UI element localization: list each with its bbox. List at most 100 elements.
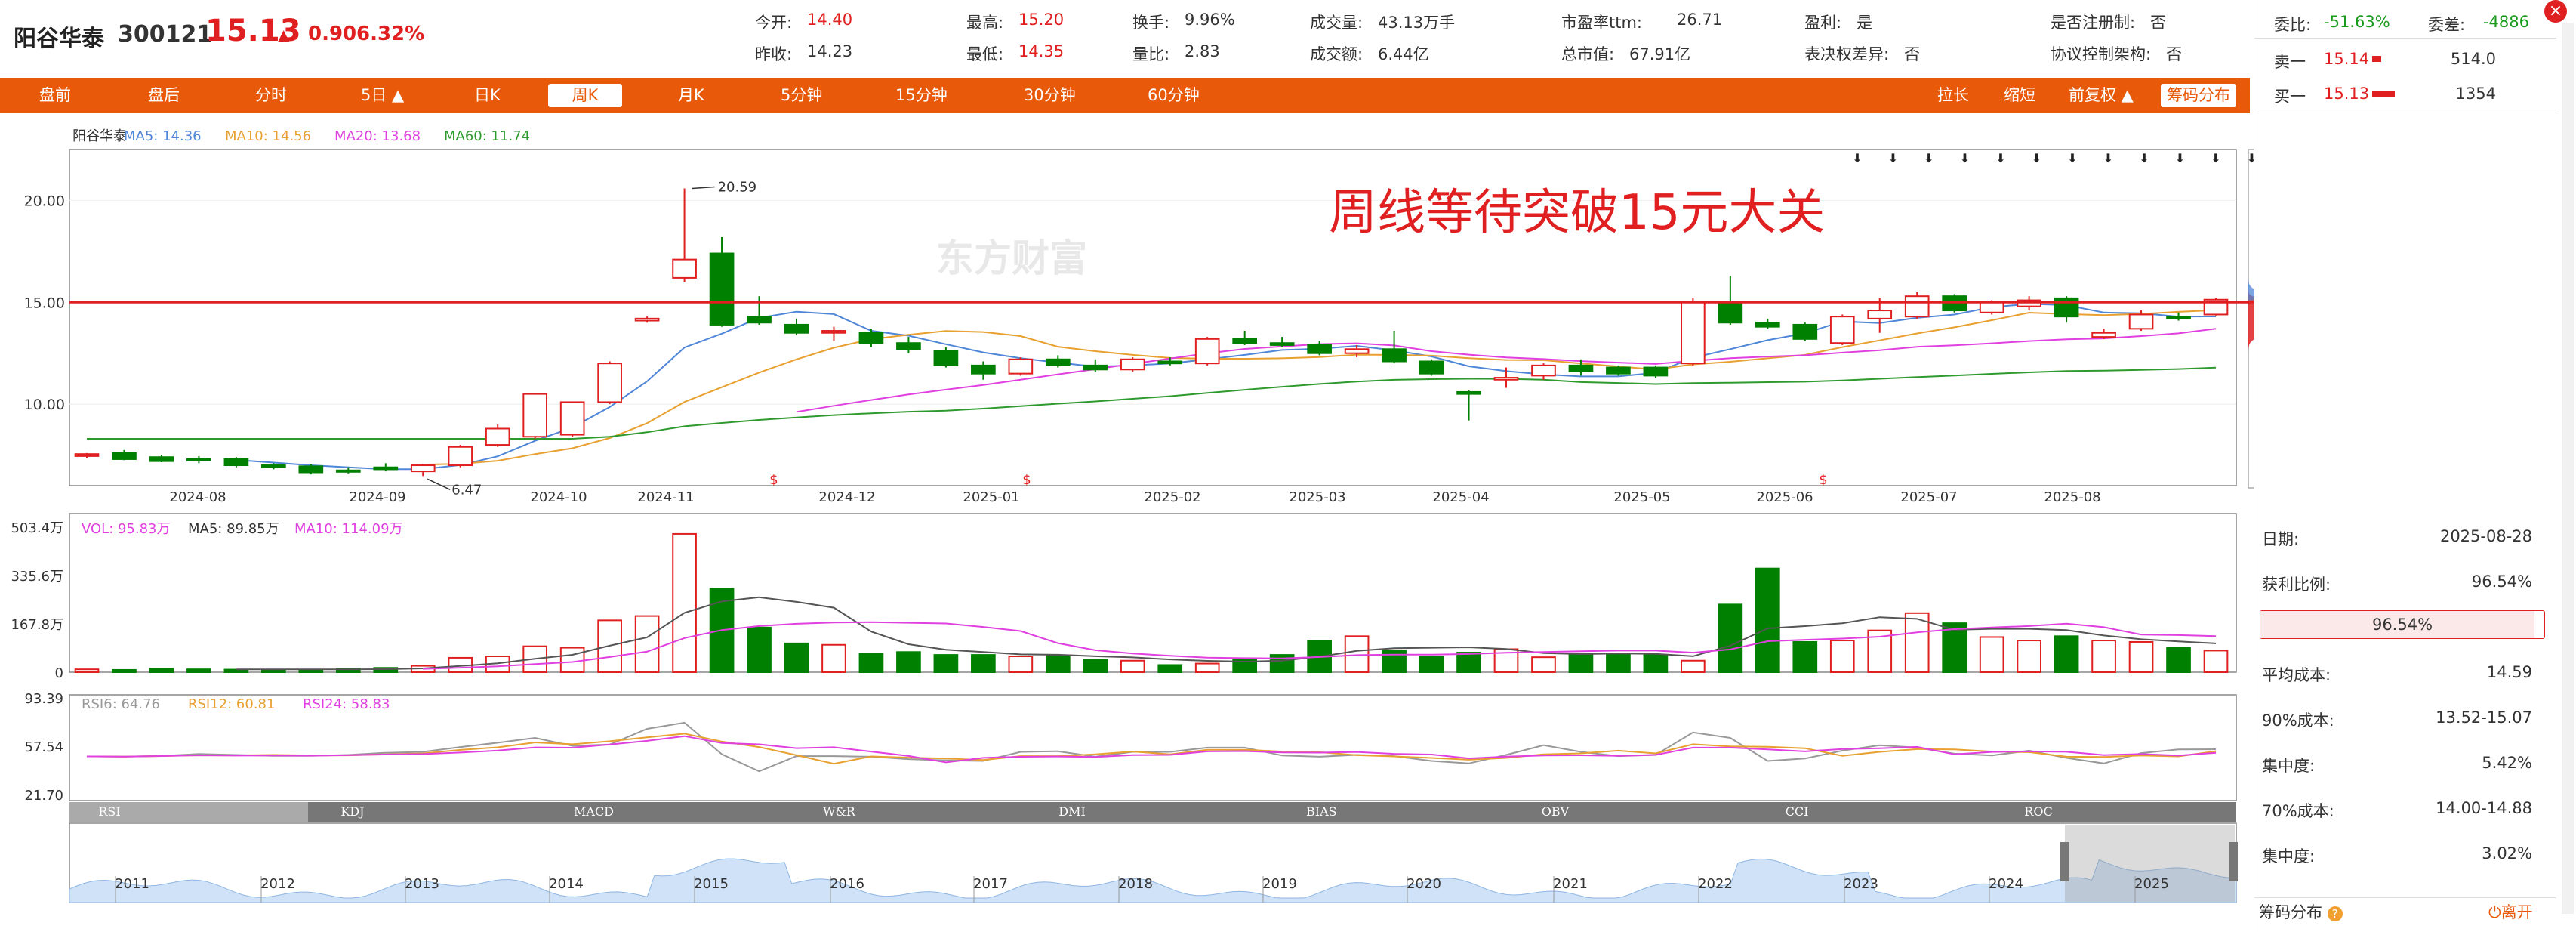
volume-bar[interactable] — [858, 653, 884, 673]
volume-bar[interactable] — [298, 668, 324, 673]
candle[interactable] — [1829, 316, 1855, 344]
volume-bar[interactable] — [1718, 603, 1743, 674]
candle[interactable] — [597, 363, 622, 403]
candle[interactable] — [1867, 310, 1893, 319]
volume-bar[interactable] — [971, 654, 996, 673]
candle[interactable] — [1531, 364, 1556, 377]
candle[interactable] — [186, 458, 211, 461]
volume-bar[interactable] — [1382, 650, 1407, 674]
candle[interactable] — [784, 323, 809, 334]
candle[interactable] — [373, 466, 399, 471]
candle[interactable] — [335, 469, 361, 473]
indicator-tab[interactable]: RSI — [94, 802, 125, 822]
volume-bar[interactable] — [1456, 652, 1481, 674]
indicator-tab[interactable]: OBV — [1540, 802, 1570, 822]
candle[interactable] — [1008, 358, 1034, 375]
info-marker-icon[interactable]: ⬇ — [2139, 151, 2149, 165]
candle[interactable] — [112, 452, 137, 460]
candle[interactable] — [485, 427, 510, 446]
candle[interactable] — [2054, 297, 2079, 318]
chart-control-button[interactable]: 缩短 — [2004, 78, 2035, 113]
event-marker-icon[interactable]: $ — [1022, 472, 1031, 488]
candle[interactable] — [1718, 301, 1743, 324]
volume-bar[interactable] — [634, 615, 660, 673]
candle[interactable] — [747, 316, 772, 324]
volume-bar[interactable] — [896, 651, 921, 674]
candle[interactable] — [1269, 342, 1295, 346]
timeline-handle-left[interactable] — [2060, 842, 2069, 881]
volume-bar[interactable] — [1194, 662, 1220, 673]
volume-bar[interactable] — [1419, 656, 1444, 673]
volume-bar[interactable] — [1157, 664, 1183, 674]
info-marker-icon[interactable]: ⬇ — [2103, 151, 2113, 165]
indicator-tab[interactable]: KDJ — [337, 802, 368, 822]
candle[interactable] — [1232, 338, 1258, 344]
volume-bar[interactable] — [784, 642, 809, 674]
volume-bar[interactable] — [186, 668, 211, 673]
candle[interactable] — [1419, 360, 1444, 375]
help-icon[interactable]: ? — [2327, 906, 2343, 921]
volume-bar[interactable] — [672, 532, 697, 674]
volume-bar[interactable] — [2203, 650, 2229, 674]
event-marker-icon[interactable]: $ — [769, 472, 778, 488]
candle[interactable] — [634, 317, 660, 322]
period-tab[interactable]: 5日 ▲ — [361, 78, 404, 113]
candle[interactable] — [1456, 390, 1481, 395]
volume-bar[interactable] — [2128, 640, 2154, 674]
period-tab[interactable]: 月K — [678, 78, 704, 113]
volume-bar[interactable] — [1045, 654, 1071, 673]
candle[interactable] — [1120, 358, 1145, 371]
event-marker-icon[interactable]: $ — [1819, 472, 1827, 488]
candle[interactable] — [709, 252, 735, 326]
candle[interactable] — [933, 350, 959, 366]
candle[interactable] — [1045, 358, 1071, 366]
candle[interactable] — [298, 465, 324, 474]
candle[interactable] — [1979, 301, 2004, 313]
exit-button[interactable]: ⏻离开 — [2488, 900, 2533, 923]
volume-bar[interactable] — [1606, 653, 1631, 673]
candle[interactable] — [1606, 366, 1631, 375]
volume-bar[interactable] — [2166, 647, 2191, 673]
candle[interactable] — [821, 330, 846, 334]
info-marker-icon[interactable]: ⬇ — [1995, 151, 2005, 165]
volume-bar[interactable] — [2091, 640, 2116, 673]
info-marker-icon[interactable]: ⬇ — [2067, 151, 2077, 165]
volume-bar[interactable] — [1792, 640, 1818, 674]
candle[interactable] — [1792, 323, 1818, 340]
candle[interactable] — [522, 393, 548, 438]
info-marker-icon[interactable]: ⬇ — [1960, 151, 1970, 165]
candle[interactable] — [1194, 338, 1220, 365]
period-tab[interactable]: 60分钟 — [1148, 78, 1200, 113]
volume-bar[interactable] — [821, 643, 846, 674]
candle[interactable] — [672, 258, 697, 279]
volume-bar[interactable] — [2054, 635, 2079, 674]
chip-distribution-button[interactable]: 筹码分布 — [2161, 84, 2236, 107]
period-tab[interactable]: 分时 — [255, 78, 287, 113]
candle[interactable] — [448, 446, 473, 467]
info-marker-icon[interactable]: ⬇ — [1852, 151, 1862, 165]
candle[interactable] — [149, 456, 174, 462]
info-marker-icon[interactable]: ⬇ — [2175, 151, 2185, 165]
period-tab[interactable]: 日K — [474, 78, 501, 113]
volume-bar[interactable] — [559, 647, 585, 673]
volume-bar[interactable] — [1083, 659, 1108, 674]
candle[interactable] — [1344, 348, 1370, 354]
candle[interactable] — [1568, 364, 1594, 372]
candle[interactable] — [1643, 366, 1669, 377]
candle[interactable] — [1681, 301, 1706, 365]
candle[interactable] — [2091, 332, 2116, 338]
candle[interactable] — [1904, 295, 1930, 318]
chart-control-button[interactable]: 拉长 — [1937, 78, 1969, 113]
volume-bar[interactable] — [1829, 640, 1855, 673]
candle[interactable] — [858, 332, 884, 344]
candle[interactable] — [223, 458, 249, 467]
info-marker-icon[interactable]: ⬇ — [1924, 151, 1934, 165]
volume-bar[interactable] — [933, 654, 959, 673]
period-tab[interactable]: 盘后 — [148, 78, 180, 113]
info-marker-icon[interactable]: ⬇ — [2211, 151, 2220, 165]
candle[interactable] — [2166, 316, 2191, 319]
candle[interactable] — [1157, 360, 1183, 365]
indicator-tab[interactable]: BIAS — [1306, 802, 1337, 822]
volume-bar[interactable] — [112, 668, 137, 673]
volume-bar[interactable] — [1979, 636, 2004, 674]
